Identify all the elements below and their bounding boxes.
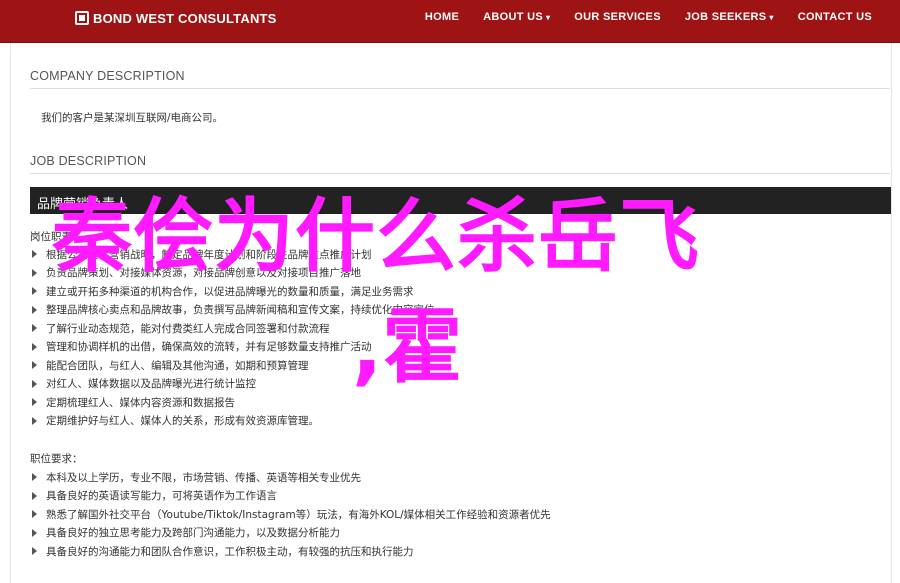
list-item: 熟悉了解国外社交平台（Youtube/Tiktok/Instagram等）玩法，… — [30, 505, 551, 524]
triangle-bullet-icon — [32, 250, 37, 259]
triangle-bullet-icon — [32, 547, 37, 556]
triangle-bullet-icon — [32, 361, 37, 370]
list-item: 具备良好的独立思考能力及跨部门沟通能力，以及数据分析能力 — [30, 524, 551, 543]
nav-contact-us[interactable]: CONTACT US — [798, 11, 872, 23]
divider — [30, 173, 890, 174]
triangle-bullet-icon — [32, 510, 37, 519]
nav-job-seekers[interactable]: JOB SEEKERS ▾ — [685, 11, 774, 23]
nav-our-services-label: OUR SERVICES — [574, 11, 661, 23]
triangle-bullet-icon — [32, 268, 37, 277]
main-nav: HOME ABOUT US ▾ OUR SERVICES JOB SEEKERS… — [425, 0, 900, 34]
triangle-bullet-icon — [32, 528, 37, 537]
list-item: 本科及以上学历，专业不限，市场营销、传播、英语等相关专业优先 — [30, 468, 551, 487]
site-logo[interactable]: BOND WEST CONSULTANTS — [75, 8, 277, 28]
triangle-bullet-icon — [32, 305, 37, 314]
list-item: 具备良好的沟通能力和团队合作意识，工作积极主动，有较强的抗压和执行能力 — [30, 542, 551, 561]
triangle-bullet-icon — [32, 379, 37, 388]
list-item: 定期维护好与红人、媒体人的关系，形成有效资源库管理。 — [30, 412, 435, 431]
company-description-text: 我们的客户是某深圳互联网/电商公司。 — [41, 112, 224, 124]
overlay-headline-second-line: ,霍 — [352, 301, 463, 394]
job-section-title: JOB DESCRIPTION — [30, 154, 147, 168]
top-navbar: BOND WEST CONSULTANTS HOME ABOUT US ▾ OU… — [0, 0, 900, 43]
list-item: 具备良好的英语读写能力，可将英语作为工作语言 — [30, 487, 551, 506]
triangle-bullet-icon — [32, 287, 37, 296]
nav-about-us[interactable]: ABOUT US ▾ — [483, 11, 550, 23]
triangle-bullet-icon — [32, 491, 37, 500]
triangle-bullet-icon — [32, 342, 37, 351]
triangle-bullet-icon — [32, 398, 37, 407]
triangle-bullet-icon — [32, 473, 37, 482]
chevron-down-icon: ▾ — [769, 12, 774, 22]
triangle-bullet-icon — [32, 324, 37, 333]
nav-our-services[interactable]: OUR SERVICES — [574, 11, 661, 23]
requirements-list: 本科及以上学历，专业不限，市场营销、传播、英语等相关专业优先 具备良好的英语读写… — [30, 468, 551, 561]
requirements-label: 职位要求： — [30, 453, 83, 465]
nav-contact-us-label: CONTACT US — [797, 11, 872, 23]
divider — [30, 88, 890, 89]
nav-home-label: HOME — [424, 11, 460, 23]
square-logo-icon — [75, 11, 89, 25]
nav-home[interactable]: HOME — [425, 11, 459, 23]
logo-text: BOND WEST CONSULTANTS — [93, 10, 277, 26]
triangle-bullet-icon — [32, 416, 37, 425]
nav-about-us-label: ABOUT US — [483, 11, 543, 23]
nav-job-seekers-label: JOB SEEKERS — [684, 11, 767, 23]
overlay-headline: 秦侩为什么杀岳飞 — [52, 190, 700, 283]
chevron-down-icon: ▾ — [545, 12, 551, 22]
company-section-title: COMPANY DESCRIPTION — [30, 69, 185, 83]
